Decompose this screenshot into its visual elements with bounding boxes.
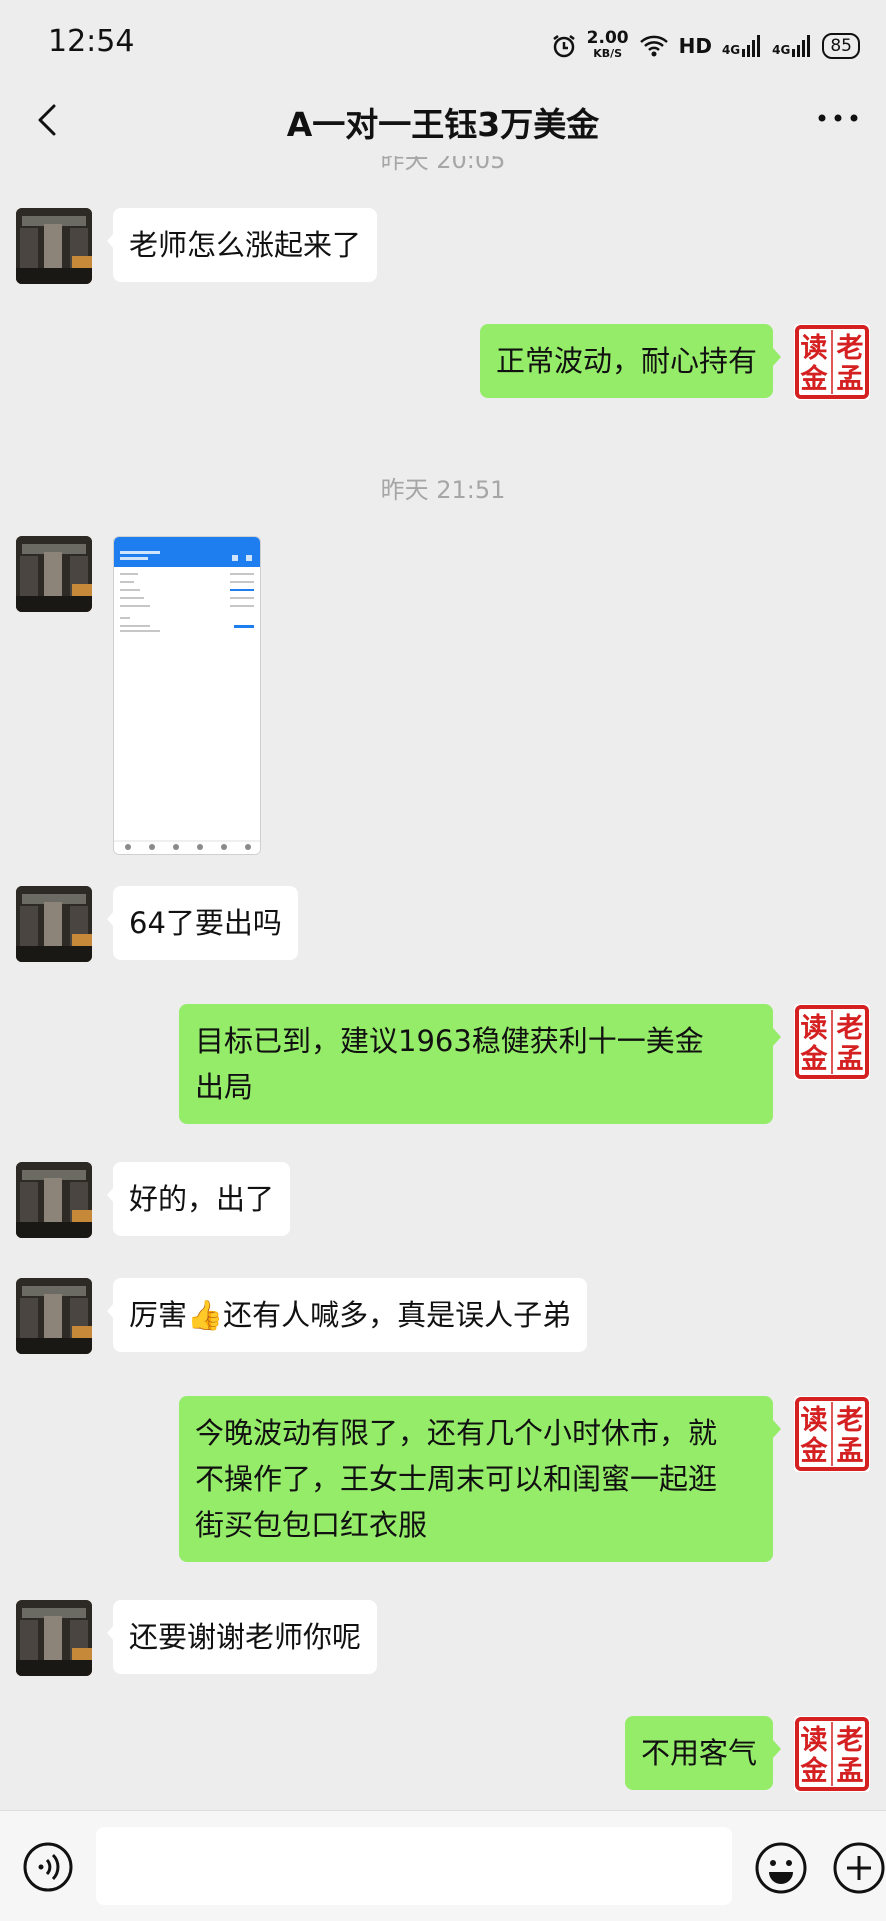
avatar-photo-icon bbox=[16, 886, 92, 962]
status-icons: 2.00 KB/S HD 4G 4G 85 bbox=[551, 26, 860, 66]
seal-char: 孟 bbox=[837, 1044, 864, 1075]
signal-label-1: 4G bbox=[721, 43, 741, 57]
status-time: 12:54 bbox=[48, 24, 135, 59]
trading-app-screenshot-image bbox=[114, 537, 260, 854]
seal-char: 金 bbox=[800, 1755, 829, 1787]
seal-char: 读 bbox=[801, 1013, 828, 1044]
contact-avatar[interactable] bbox=[16, 1600, 92, 1676]
seal-char: 金 bbox=[800, 1043, 829, 1075]
message-bubble-outgoing[interactable]: 今晚波动有限了，还有几个小时休市，就 不操作了，王女士周末可以和闺蜜一起逛 街买… bbox=[179, 1396, 781, 1562]
message-input[interactable] bbox=[96, 1827, 732, 1905]
signal-label-2: 4G bbox=[772, 43, 791, 57]
message-text: 还要谢谢老师你呢 bbox=[129, 1620, 362, 1654]
signal-bars-icon bbox=[742, 35, 761, 57]
seal-stamp-icon: 老 读 孟 金 bbox=[795, 1717, 869, 1791]
wifi-icon bbox=[639, 35, 668, 57]
my-avatar[interactable]: 老 读 孟 金 bbox=[794, 1396, 870, 1472]
message-text: 好的，出了 bbox=[129, 1182, 275, 1216]
message-text-line: 目标已到，建议1963稳健获利十一美金 bbox=[195, 1024, 704, 1058]
message-text-line: 不操作了，王女士周末可以和闺蜜一起逛 bbox=[195, 1462, 718, 1496]
emoji-icon[interactable] bbox=[754, 1841, 808, 1895]
avatar-photo-icon bbox=[16, 1600, 92, 1676]
message-bubble-incoming[interactable]: 还要谢谢老师你呢 bbox=[106, 1600, 378, 1674]
message-text: 正常波动，耐心持有 bbox=[495, 344, 757, 378]
seal-char: 金 bbox=[800, 1435, 829, 1467]
seal-char: 老 bbox=[837, 1725, 864, 1756]
avatar-photo-icon bbox=[16, 536, 92, 612]
message-text-line: 街买包包口红衣服 bbox=[195, 1508, 428, 1542]
seal-char: 老 bbox=[837, 1405, 864, 1436]
timestamp: 昨天 20:05 bbox=[380, 156, 506, 174]
contact-avatar[interactable] bbox=[16, 208, 92, 284]
message-bubble-outgoing[interactable]: 正常波动，耐心持有 bbox=[479, 324, 782, 398]
message-bubble-incoming[interactable]: 好的，出了 bbox=[106, 1162, 291, 1236]
net-speed-value: 2.00 bbox=[586, 28, 629, 48]
timestamp: 昨天 21:51 bbox=[380, 476, 506, 504]
message-text-line: 出局 bbox=[195, 1070, 254, 1104]
seal-char: 孟 bbox=[837, 1436, 864, 1467]
chat-area[interactable]: 昨天 20:05 老师怎么涨起来了 正常波动，耐心持有 老 读 孟 金 昨天 2… bbox=[0, 156, 886, 1810]
more-options-icon[interactable] bbox=[814, 106, 862, 130]
voice-input-icon[interactable] bbox=[22, 1841, 74, 1893]
seal-char: 读 bbox=[801, 1405, 828, 1436]
contact-avatar[interactable] bbox=[16, 1278, 92, 1354]
seal-char: 老 bbox=[837, 1013, 864, 1044]
seal-char: 金 bbox=[800, 363, 829, 395]
message-bubble-incoming[interactable]: 64了要出吗 bbox=[107, 886, 298, 960]
avatar-photo-icon bbox=[16, 1278, 92, 1354]
avatar-photo-icon bbox=[16, 208, 92, 284]
message-bubble-outgoing[interactable]: 不用客气 bbox=[624, 1716, 782, 1790]
seal-char: 老 bbox=[837, 333, 864, 364]
alarm-icon bbox=[552, 35, 575, 58]
seal-stamp-icon: 老 读 孟 金 bbox=[795, 1397, 869, 1471]
status-bar: 12:54 2.00 KB/S HD 4G 4G 85 bbox=[0, 0, 886, 92]
net-speed-unit: KB/S bbox=[593, 47, 623, 60]
signal-4g-1: 4G bbox=[722, 35, 762, 57]
seal-stamp-icon: 老 读 孟 金 bbox=[795, 1005, 869, 1079]
hd-label: HD bbox=[678, 34, 712, 58]
message-text: 64了要出吗 bbox=[129, 906, 282, 940]
contact-avatar[interactable] bbox=[16, 536, 92, 612]
message-bubble-incoming[interactable]: 厉害👍还有人喊多，真是误人子弟 bbox=[106, 1278, 588, 1352]
message-text: 不用客气 bbox=[640, 1736, 757, 1770]
contact-avatar[interactable] bbox=[16, 886, 92, 962]
contact-avatar[interactable] bbox=[16, 1162, 92, 1238]
avatar-photo-icon bbox=[16, 1162, 92, 1238]
signal-bars-icon bbox=[792, 35, 811, 57]
title-bar: A一对一王钰3万美金 bbox=[0, 92, 886, 156]
seal-char: 孟 bbox=[837, 364, 864, 395]
seal-char: 读 bbox=[801, 333, 828, 364]
chat-title: A一对一王钰3万美金 bbox=[286, 105, 600, 144]
message-text: 还有人喊多，真是误人子弟 bbox=[223, 1298, 572, 1332]
seal-char: 孟 bbox=[837, 1756, 864, 1787]
signal-4g-2: 4G bbox=[772, 35, 812, 57]
seal-stamp-icon: 老 读 孟 金 bbox=[795, 325, 869, 399]
my-avatar[interactable]: 老 读 孟 金 bbox=[794, 324, 870, 400]
message-bubble-incoming[interactable]: 老师怎么涨起来了 bbox=[106, 208, 378, 282]
net-speed: 2.00 KB/S bbox=[586, 28, 629, 61]
message-text-line: 今晚波动有限了，还有几个小时休市，就 bbox=[195, 1416, 718, 1450]
message-text: 老师怎么涨起来了 bbox=[129, 228, 362, 262]
message-text: 厉害 bbox=[129, 1298, 188, 1332]
more-functions-plus-icon[interactable] bbox=[832, 1841, 886, 1895]
seal-char: 读 bbox=[801, 1725, 828, 1756]
my-avatar[interactable]: 老 读 孟 金 bbox=[794, 1004, 870, 1080]
image-message-thumbnail[interactable] bbox=[113, 536, 261, 855]
thumbs-up-emoji: 👍 bbox=[187, 1298, 224, 1332]
message-bubble-outgoing[interactable]: 目标已到，建议1963稳健获利十一美金 出局 bbox=[179, 1004, 781, 1124]
battery-indicator: 85 bbox=[822, 33, 860, 59]
my-avatar[interactable]: 老 读 孟 金 bbox=[794, 1716, 870, 1792]
input-bar bbox=[0, 1810, 886, 1921]
